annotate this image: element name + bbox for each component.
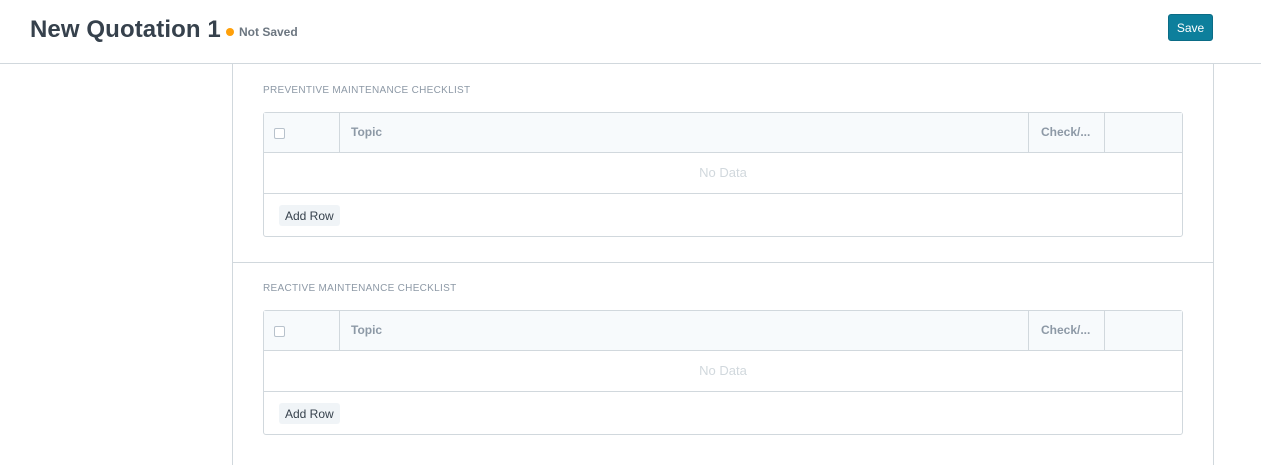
table-header: Topic Check/...: [264, 113, 1182, 153]
column-check[interactable]: Check/...: [1029, 311, 1105, 350]
column-topic[interactable]: Topic: [340, 113, 1029, 152]
select-all-cell: [264, 311, 340, 350]
page-title: New Quotation 1: [30, 16, 221, 43]
column-label: Topic: [351, 323, 383, 337]
page-header: New Quotation 1 Not Saved Save: [0, 0, 1261, 64]
column-check[interactable]: Check/...: [1029, 113, 1105, 152]
preventive-maintenance-section: PREVENTIVE MAINTENANCE CHECKLIST Topic C…: [233, 64, 1213, 263]
status-dot-icon: [226, 28, 234, 36]
select-all-checkbox[interactable]: [274, 128, 285, 139]
section-label: REACTIVE MAINTENANCE CHECKLIST: [263, 283, 457, 294]
column-settings: [1105, 311, 1182, 350]
reactive-checklist-table: Topic Check/... No Data Add Row: [263, 310, 1183, 435]
column-topic[interactable]: Topic: [340, 311, 1029, 350]
select-all-cell: [264, 113, 340, 152]
column-settings: [1105, 113, 1182, 152]
form-area: PREVENTIVE MAINTENANCE CHECKLIST Topic C…: [232, 64, 1214, 465]
column-label: Check/...: [1041, 125, 1091, 139]
empty-state: No Data: [264, 153, 1182, 194]
preventive-checklist-table: Topic Check/... No Data Add Row: [263, 112, 1183, 237]
select-all-checkbox[interactable]: [274, 326, 285, 337]
add-row-button[interactable]: Add Row: [279, 403, 340, 424]
column-label: Topic: [351, 125, 383, 139]
empty-state: No Data: [264, 351, 1182, 392]
save-status: Not Saved: [226, 25, 298, 39]
column-label: Check/...: [1041, 323, 1091, 337]
status-text: Not Saved: [239, 25, 298, 39]
add-row-button[interactable]: Add Row: [279, 205, 340, 226]
reactive-maintenance-section: REACTIVE MAINTENANCE CHECKLIST Topic Che…: [233, 262, 1213, 465]
section-label: PREVENTIVE MAINTENANCE CHECKLIST: [263, 85, 471, 96]
table-header: Topic Check/...: [264, 311, 1182, 351]
save-button[interactable]: Save: [1168, 14, 1213, 41]
